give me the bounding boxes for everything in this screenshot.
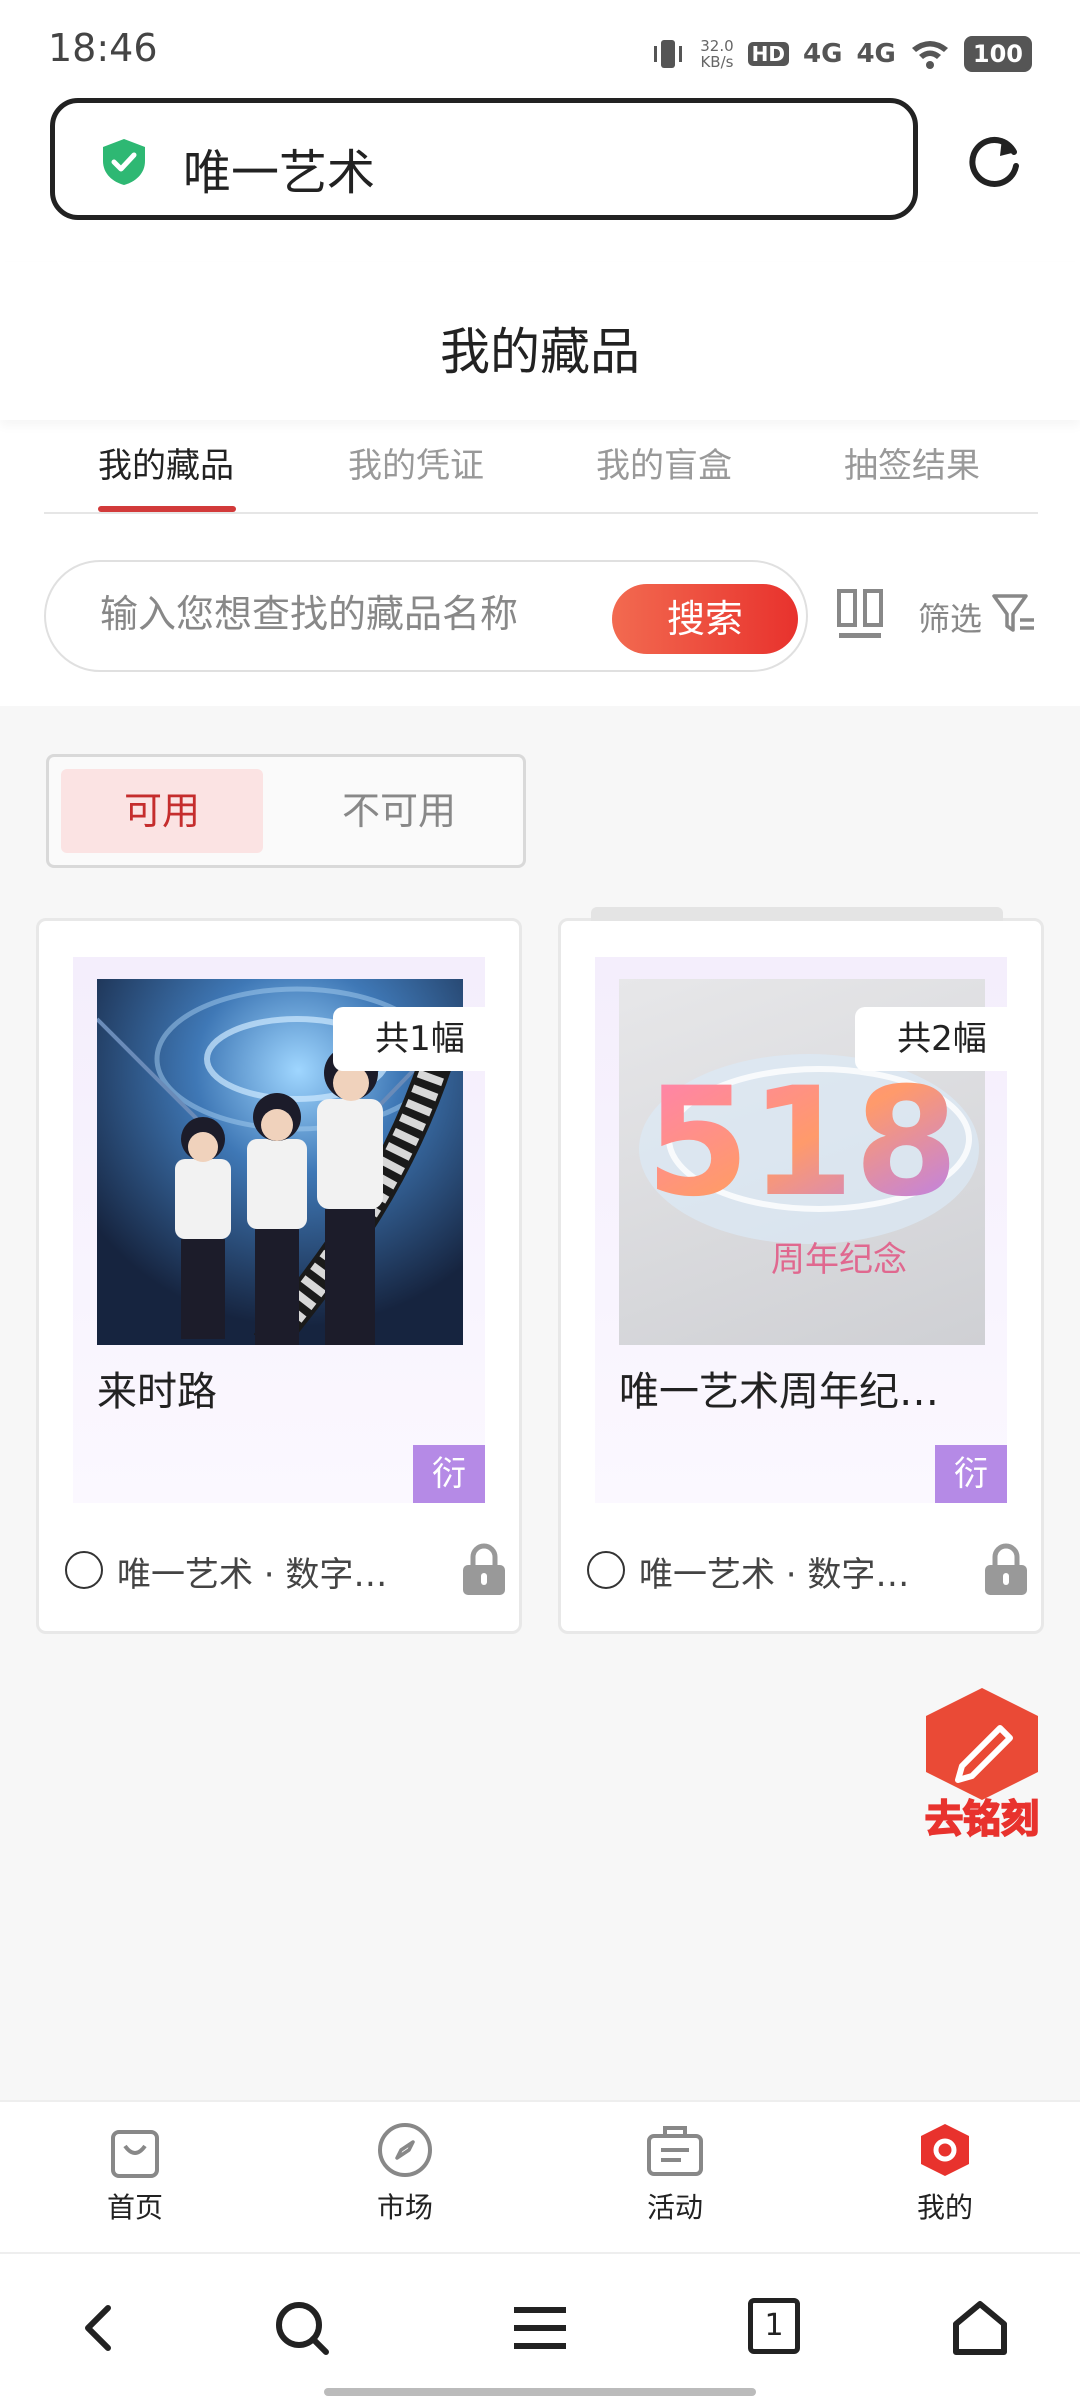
net-speed-unit: KB/s [700,53,734,71]
profile-hexagon-icon [921,2124,969,2176]
search-input[interactable] [100,592,570,636]
artwork-big-number: 518 [645,1056,958,1230]
address-text: 唯一艺术 [183,145,376,201]
collection-name: 唯一艺术周年纪… [619,1369,939,1415]
engrave-pen-icon [926,1688,1038,1800]
lock-icon [463,1543,505,1595]
tabs-count-button[interactable]: 1 [748,2298,800,2354]
menu-icon[interactable] [510,2298,570,2358]
engrave-floating-button[interactable]: 去铭刻 [912,1684,1052,1854]
nav-home-label: 首页 [106,2191,163,2224]
tab-bar: 我的藏品 我的凭证 我的盲盒 抽签结果 [44,428,1038,514]
tab-my-vouchers[interactable]: 我的凭证 [348,438,484,487]
hd-badge: HD [747,42,790,66]
bag-icon [111,2130,159,2178]
nav-market-label: 市场 [376,2191,433,2224]
nav-mine[interactable]: 我的 [865,2120,1025,2226]
reload-icon[interactable] [966,130,1026,190]
collection-card[interactable]: 518 周年纪念 共2幅 唯一艺术周年纪… 衍 唯一艺术 · 数字… [558,907,1044,1634]
search-box: 搜索 [44,560,808,672]
tab-lottery-results[interactable]: 抽签结果 [844,438,980,487]
lock-icon [985,1543,1027,1595]
collection-name: 来时路 [97,1369,217,1415]
active-tab-indicator [98,506,236,512]
filter-icon[interactable] [990,590,1038,638]
browser-toolbar: 1 [0,2252,1080,2402]
signal-4g-2: 4G [856,39,896,69]
filter-label[interactable]: 筛选 [918,594,982,640]
nav-activity[interactable]: 活动 [595,2120,755,2226]
bottom-nav: 首页 市场 活动 我的 [0,2100,1080,2252]
issuer-name: 唯一艺术 · 数字… [117,1555,388,1595]
issuer-avatar [65,1551,103,1589]
card-artwork-frame: 518 周年纪念 共2幅 唯一艺术周年纪… 衍 [595,957,1029,1503]
page-title: 我的藏品 [440,323,640,381]
card-footer: 唯一艺术 · 数字… [65,1541,505,1601]
availability-toggle: 可用 不可用 [46,754,526,868]
collection-content: 可用 不可用 共1幅 来时路 衍 唯一艺术 · 数字… 518 周年纪念 共2幅… [0,706,1080,2100]
artwork-caption: 周年纪念 [771,1240,907,1280]
card-stack-edge [591,907,1003,921]
unavailable-option[interactable]: 不可用 [299,769,499,853]
copies-count-badge: 共1幅 [333,1007,507,1071]
collection-card[interactable]: 共1幅 来时路 衍 唯一艺术 · 数字… [36,918,522,1634]
home-icon[interactable] [950,2298,1010,2358]
engrave-label: 去铭刻 [924,1796,1040,1842]
copies-count-badge: 共2幅 [855,1007,1029,1071]
nav-home[interactable]: 首页 [55,2120,215,2226]
address-bar[interactable]: 唯一艺术 [50,98,918,220]
nav-activity-label: 活动 [646,2191,703,2224]
status-icons: 32.0 KB/s HD 4G 4G 100 [650,30,1032,78]
nav-market[interactable]: 市场 [325,2120,485,2226]
available-option[interactable]: 可用 [61,769,263,853]
net-speed-value: 32.0 [700,37,734,55]
compass-icon [378,2123,432,2177]
nav-mine-label: 我的 [916,2191,973,2224]
shield-check-icon [103,139,145,185]
derivative-tag: 衍 [413,1445,485,1503]
issuer-avatar [587,1551,625,1589]
issuer-name: 唯一艺术 · 数字… [639,1555,910,1595]
page-header: 我的藏品 [0,262,1080,420]
tab-my-collections[interactable]: 我的藏品 [98,438,234,487]
back-icon[interactable] [70,2298,130,2358]
battery-indicator: 100 [963,36,1032,72]
tab-my-blind-boxes[interactable]: 我的盲盒 [596,438,732,487]
signal-4g-1: 4G [803,39,843,69]
search-icon[interactable] [272,2298,332,2358]
search-button[interactable]: 搜索 [612,584,798,654]
vibrate-icon [654,40,683,68]
layout-toggle-icon[interactable] [836,588,884,642]
card-artwork-frame: 共1幅 来时路 衍 [73,957,507,1503]
net-speed: 32.0 KB/s [700,38,733,70]
status-time: 18:46 [48,26,158,70]
status-bar: 18:46 32.0 KB/s HD 4G 4G 100 [0,0,1080,96]
card-footer: 唯一艺术 · 数字… [587,1541,1027,1601]
home-indicator[interactable] [324,2388,756,2396]
briefcase-icon [647,2126,703,2176]
wifi-icon [911,41,948,69]
derivative-tag: 衍 [935,1445,1007,1503]
